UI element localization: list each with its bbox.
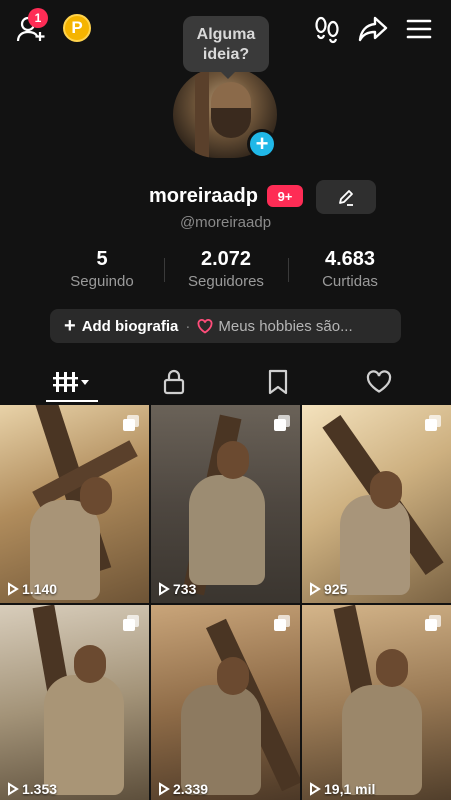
multiple-clips-icon [425, 615, 441, 631]
view-count-label: 733 [173, 581, 197, 597]
figure-shape [189, 475, 265, 585]
stat-value: 5 [96, 248, 108, 270]
stat-value: 2.072 [200, 248, 252, 270]
heart-icon [366, 370, 392, 393]
stat-label: Seguidores [188, 273, 264, 290]
bio-separator: · [185, 317, 191, 335]
stat-value: 4.683 [324, 248, 376, 270]
add-bio-button[interactable]: + Add biografia · Meus hobbies são... [50, 309, 401, 343]
multiple-clips-icon [123, 615, 139, 631]
play-icon [159, 782, 170, 796]
username: moreiraadp [149, 185, 258, 207]
pencil-icon [339, 190, 353, 206]
view-count-label: 925 [324, 581, 348, 597]
avatar-beard [211, 108, 251, 138]
figure-head [74, 645, 106, 683]
stat-likes[interactable]: 4.683 Curtidas [288, 246, 412, 292]
content-tabs [0, 362, 451, 402]
coin-icon[interactable]: P [63, 14, 91, 42]
play-icon [8, 582, 19, 596]
status-badge[interactable]: 9+ [267, 185, 303, 207]
tab-videos[interactable] [46, 362, 98, 402]
play-icon [310, 582, 321, 596]
view-count: 2.339 [158, 781, 208, 797]
video-thumbnail[interactable]: 733 [151, 405, 300, 603]
view-count-label: 19,1 mil [324, 781, 376, 797]
stat-followers[interactable]: 2.072 Seguidores [164, 246, 288, 292]
view-count-label: 1.140 [22, 581, 58, 597]
bookmark-icon [268, 369, 288, 395]
view-count: 1.353 [7, 781, 57, 797]
stat-label: Curtidas [322, 273, 378, 290]
edit-profile-button[interactable] [316, 180, 376, 214]
plus-icon: + [64, 314, 76, 337]
share-icon[interactable] [356, 12, 390, 46]
video-thumbnail[interactable]: 1.140 [0, 405, 149, 603]
video-thumbnail[interactable]: 1.353 [0, 605, 149, 800]
heart-icon [197, 318, 213, 334]
figure-head [80, 477, 112, 515]
figure-head [376, 649, 408, 687]
video-grid: 1.140 733 925 1.353 2.339 19,1 mil [0, 405, 451, 800]
figure-shape [181, 685, 261, 795]
play-icon [159, 582, 170, 596]
hobbies-prompt: Meus hobbies são... [218, 317, 353, 335]
multiple-clips-icon [274, 415, 290, 431]
user-handle: @moreiraadp [179, 214, 272, 231]
multiple-clips-icon [425, 415, 441, 431]
multiple-clips-icon [274, 615, 290, 631]
play-icon [8, 782, 19, 796]
add-bio-label: Add biografia [81, 317, 179, 335]
figure-shape [340, 495, 410, 595]
view-count-label: 1.353 [22, 781, 58, 797]
active-tab-indicator [46, 400, 98, 402]
lock-icon [163, 369, 185, 395]
figure-shape [44, 675, 124, 795]
multiple-clips-icon [123, 415, 139, 431]
menu-icon[interactable] [402, 12, 436, 46]
view-count: 733 [158, 581, 196, 597]
figure-head [217, 441, 249, 479]
video-thumbnail[interactable]: 925 [302, 405, 451, 603]
tab-saved[interactable] [254, 362, 302, 402]
figure-head [217, 657, 249, 695]
stat-label: Seguindo [70, 273, 134, 290]
video-thumbnail[interactable]: 19,1 mil [302, 605, 451, 800]
play-icon [310, 782, 321, 796]
profile-stats: 5 Seguindo 2.072 Seguidores 4.683 Curtid… [40, 246, 412, 294]
avatar-cross [195, 68, 209, 158]
view-count: 925 [309, 581, 347, 597]
grid-icon [53, 372, 89, 392]
name-row: moreiraadp 9+ [0, 180, 451, 214]
video-thumbnail[interactable]: 2.339 [151, 605, 300, 800]
view-count: 1.140 [7, 581, 57, 597]
tab-liked[interactable] [355, 362, 403, 402]
notification-badge: 1 [28, 8, 48, 28]
add-avatar-button[interactable]: + [247, 129, 277, 159]
suggestion-tooltip[interactable]: Alguma ideia? [183, 16, 269, 79]
avatar-container[interactable]: + [173, 68, 279, 159]
footprint-icon[interactable] [312, 12, 342, 46]
view-count: 19,1 mil [309, 781, 375, 797]
figure-shape [342, 685, 422, 795]
tab-private[interactable] [150, 362, 198, 402]
stat-following[interactable]: 5 Seguindo [40, 246, 164, 292]
view-count-label: 2.339 [173, 781, 209, 797]
figure-head [370, 471, 402, 509]
